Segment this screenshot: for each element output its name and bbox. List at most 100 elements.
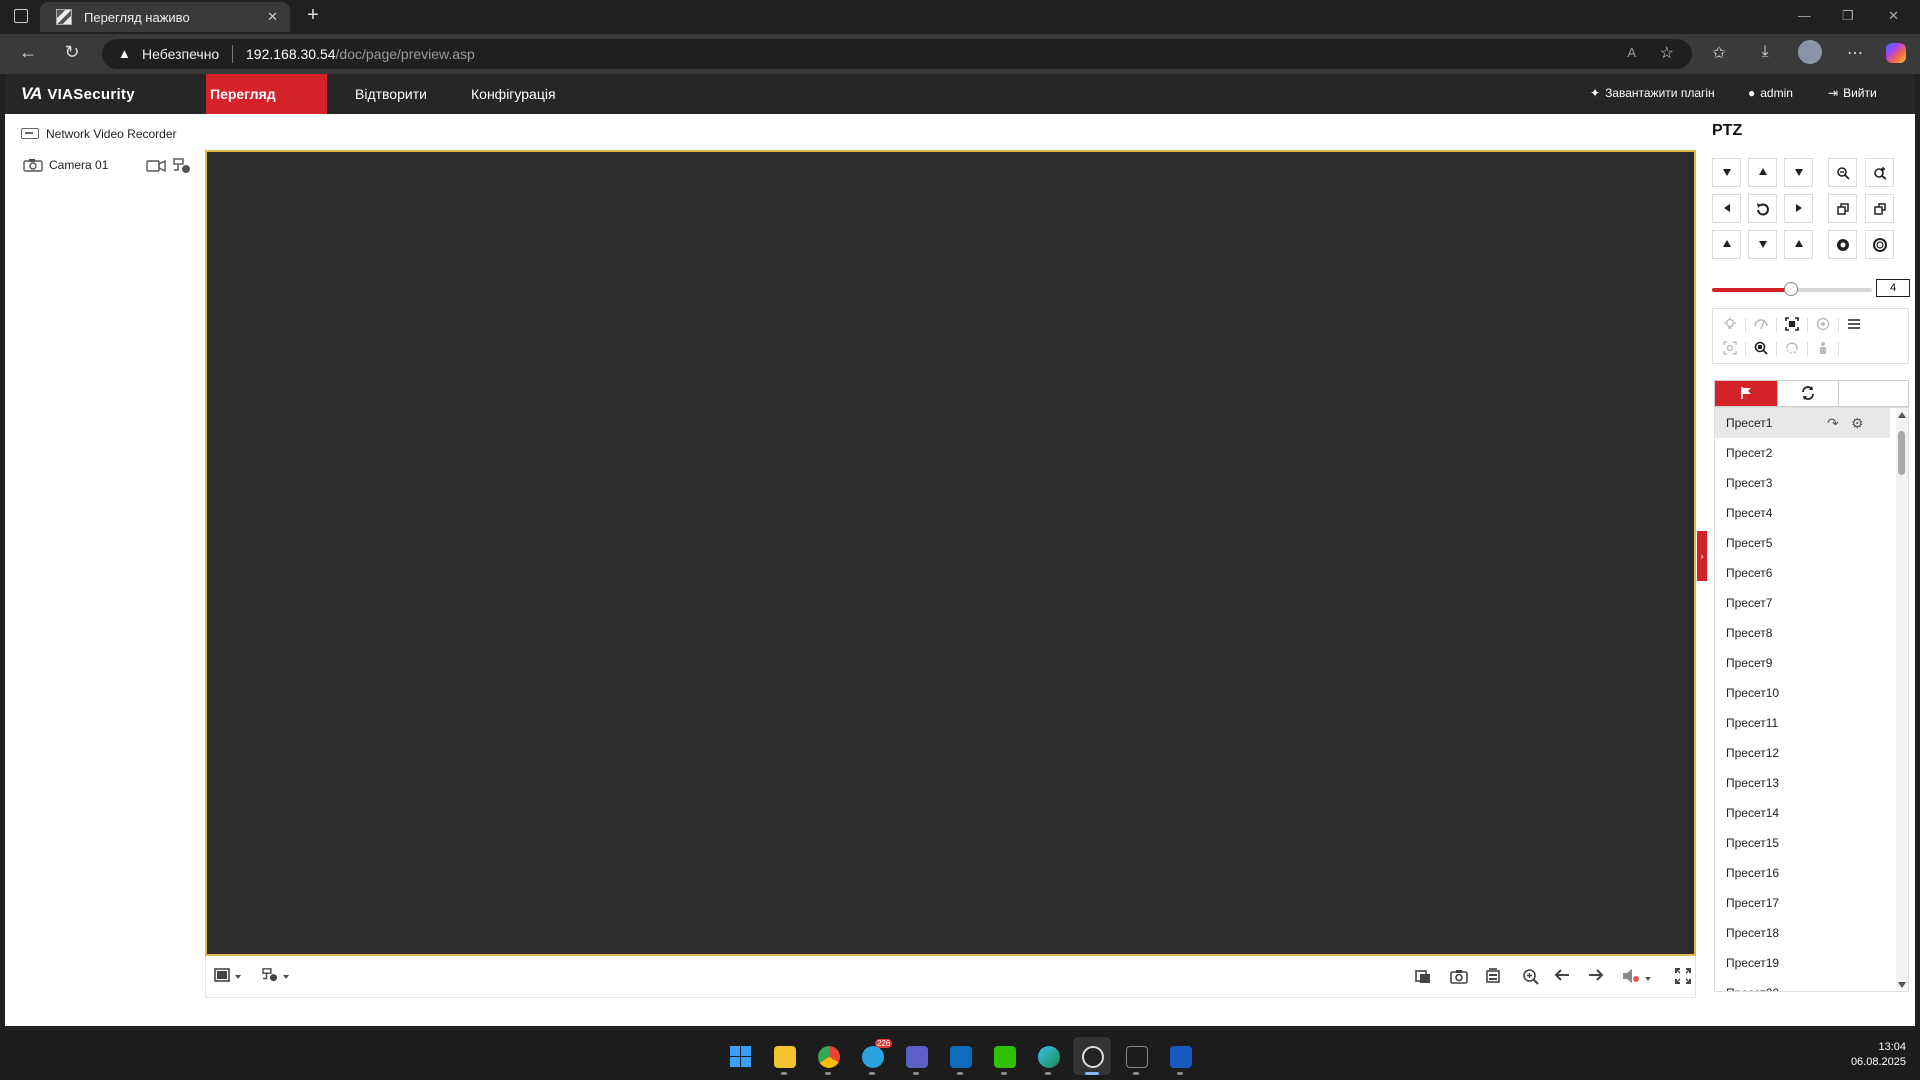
set-preset-gear-icon[interactable]: ⚙ bbox=[1851, 408, 1864, 438]
park-action-icon[interactable] bbox=[1816, 341, 1830, 355]
read-aloud-icon[interactable]: A bbox=[1627, 45, 1636, 60]
restore-icon[interactable]: ❐ bbox=[1842, 8, 1854, 24]
stop-all-icon[interactable] bbox=[1415, 968, 1431, 984]
word-icon[interactable] bbox=[1161, 1037, 1199, 1075]
teams-icon[interactable] bbox=[897, 1037, 935, 1075]
tab-patrols[interactable] bbox=[1777, 381, 1839, 406]
preset-item[interactable]: Пресет13 bbox=[1715, 768, 1890, 798]
zoom-in-button[interactable] bbox=[1865, 158, 1894, 187]
edge-icon[interactable] bbox=[1029, 1037, 1067, 1075]
more-menu-icon[interactable]: ⋯ bbox=[1844, 43, 1866, 63]
favorite-star-icon[interactable]: ☆ bbox=[1660, 43, 1674, 63]
3d-zoom-icon[interactable] bbox=[1754, 341, 1768, 355]
chrome-icon[interactable] bbox=[809, 1037, 847, 1075]
iris-close-button[interactable] bbox=[1828, 230, 1857, 259]
lens-init-icon[interactable] bbox=[1816, 317, 1830, 331]
start-live-view-icon[interactable] bbox=[146, 159, 166, 173]
telegram-icon[interactable]: 226 bbox=[853, 1037, 893, 1075]
start-button[interactable] bbox=[721, 1037, 759, 1075]
aux-focus-icon[interactable] bbox=[1723, 341, 1737, 355]
stream-select-button[interactable] bbox=[262, 968, 289, 987]
logout-link[interactable]: ⇥ Вийти bbox=[1828, 86, 1877, 100]
live-video-window[interactable] bbox=[205, 150, 1696, 956]
iris-open-button[interactable] bbox=[1865, 230, 1894, 259]
obs-icon[interactable] bbox=[1073, 1037, 1111, 1075]
zoom-out-button[interactable] bbox=[1828, 158, 1857, 187]
preset-item[interactable]: Пресет6 bbox=[1715, 558, 1890, 588]
window-close-icon[interactable]: ✕ bbox=[1888, 8, 1899, 24]
scroll-down-arrow[interactable] bbox=[1898, 982, 1906, 988]
ptz-down-button[interactable] bbox=[1748, 230, 1777, 259]
download-plugin-link[interactable]: ✦ Завантажити плагін bbox=[1590, 86, 1715, 100]
record-icon[interactable] bbox=[1485, 968, 1501, 984]
ptz-speed-value[interactable]: 4 bbox=[1876, 279, 1910, 297]
preset-item[interactable]: Пресет15 bbox=[1715, 828, 1890, 858]
downloads-icon[interactable]: ⤓ bbox=[1754, 43, 1776, 61]
viasecurity-app-icon[interactable] bbox=[1117, 1037, 1155, 1075]
nav-tab-configuration[interactable]: Конфігурація bbox=[467, 74, 560, 114]
system-clock[interactable]: 13:04 06.08.2025 bbox=[1851, 1040, 1906, 1070]
audio-button[interactable] bbox=[1622, 968, 1651, 989]
scroll-up-arrow[interactable] bbox=[1898, 412, 1906, 418]
profile-avatar[interactable] bbox=[1798, 40, 1822, 64]
url-text[interactable]: 192.168.30.54/doc/page/preview.asp bbox=[246, 46, 475, 62]
preset-item[interactable]: Пресет8 bbox=[1715, 618, 1890, 648]
fullscreen-icon[interactable] bbox=[1675, 968, 1691, 984]
window-layout-button[interactable] bbox=[214, 968, 241, 987]
preset-item[interactable]: Пресет18 bbox=[1715, 918, 1890, 948]
ptz-panel-toggle[interactable]: › bbox=[1697, 531, 1707, 581]
preset-item[interactable]: Пресет12 bbox=[1715, 738, 1890, 768]
ptz-left-button[interactable] bbox=[1712, 194, 1741, 223]
tab-close-icon[interactable]: ✕ bbox=[267, 9, 278, 25]
preset-item[interactable]: Пресет14 bbox=[1715, 798, 1890, 828]
preset-item[interactable]: Пресет7 bbox=[1715, 588, 1890, 618]
device-tree-root[interactable]: Network Video Recorder bbox=[21, 127, 177, 141]
preset-item[interactable]: Пресет20 bbox=[1715, 978, 1890, 991]
preset-scrollbar[interactable] bbox=[1896, 408, 1908, 990]
outlook-icon[interactable] bbox=[941, 1037, 979, 1075]
preset-item[interactable]: Пресет11 bbox=[1715, 708, 1890, 738]
preset-item[interactable]: Пресет16 bbox=[1715, 858, 1890, 888]
previous-page-icon[interactable] bbox=[1554, 968, 1570, 982]
ptz-auto-rotate-button[interactable] bbox=[1748, 194, 1777, 223]
new-tab-button[interactable]: + bbox=[302, 4, 324, 27]
copilot-icon[interactable] bbox=[1886, 43, 1906, 63]
auto-focus-icon[interactable] bbox=[1785, 317, 1799, 331]
focus-far-button[interactable] bbox=[1865, 194, 1894, 223]
tab-presets[interactable] bbox=[1715, 381, 1777, 406]
call-preset-icon[interactable]: ↷ bbox=[1827, 408, 1839, 438]
user-menu[interactable]: ● admin bbox=[1748, 86, 1793, 100]
preset-item[interactable]: Пресет3 bbox=[1715, 468, 1890, 498]
ptz-up-left-button[interactable] bbox=[1712, 158, 1741, 187]
minimize-icon[interactable]: — bbox=[1798, 8, 1811, 23]
tab-actions-icon[interactable] bbox=[14, 9, 28, 23]
preset-item[interactable]: Пресет2 bbox=[1715, 438, 1890, 468]
preset-item[interactable]: Пресет1 ↷ ⚙ bbox=[1715, 408, 1890, 438]
focus-near-button[interactable] bbox=[1828, 194, 1857, 223]
ptz-up-right-button[interactable] bbox=[1784, 158, 1813, 187]
wiper-icon[interactable] bbox=[1754, 317, 1768, 331]
favorites-icon[interactable]: ✩ bbox=[1708, 43, 1730, 63]
wechat-icon[interactable] bbox=[985, 1037, 1023, 1075]
snapshot-icon[interactable] bbox=[1450, 968, 1468, 984]
ptz-down-left-button[interactable] bbox=[1712, 230, 1741, 259]
preset-item[interactable]: Пресет10 bbox=[1715, 678, 1890, 708]
file-explorer-icon[interactable] bbox=[765, 1037, 803, 1075]
preset-item[interactable]: Пресет17 bbox=[1715, 888, 1890, 918]
more-functions-icon[interactable] bbox=[1847, 317, 1861, 331]
camera-list-item[interactable]: Camera 01 bbox=[23, 158, 108, 172]
ptz-right-button[interactable] bbox=[1784, 194, 1813, 223]
digital-zoom-icon[interactable] bbox=[1522, 968, 1540, 986]
back-arrow-icon[interactable]: ← bbox=[16, 42, 40, 63]
light-icon[interactable] bbox=[1723, 317, 1737, 331]
preset-scroll-thumb[interactable] bbox=[1898, 431, 1905, 475]
preset-item[interactable]: Пресет5 bbox=[1715, 528, 1890, 558]
warning-triangle-icon[interactable]: ▲ bbox=[118, 46, 131, 61]
ptz-down-right-button[interactable] bbox=[1784, 230, 1813, 259]
next-page-icon[interactable] bbox=[1588, 968, 1604, 982]
preset-item[interactable]: Пресет4 bbox=[1715, 498, 1890, 528]
preset-item[interactable]: Пресет19 bbox=[1715, 948, 1890, 978]
address-bar[interactable]: ▲ Небезпечно 192.168.30.54/doc/page/prev… bbox=[102, 39, 1692, 69]
preset-item[interactable]: Пресет9 bbox=[1715, 648, 1890, 678]
reload-icon[interactable]: ↻ bbox=[60, 42, 84, 63]
